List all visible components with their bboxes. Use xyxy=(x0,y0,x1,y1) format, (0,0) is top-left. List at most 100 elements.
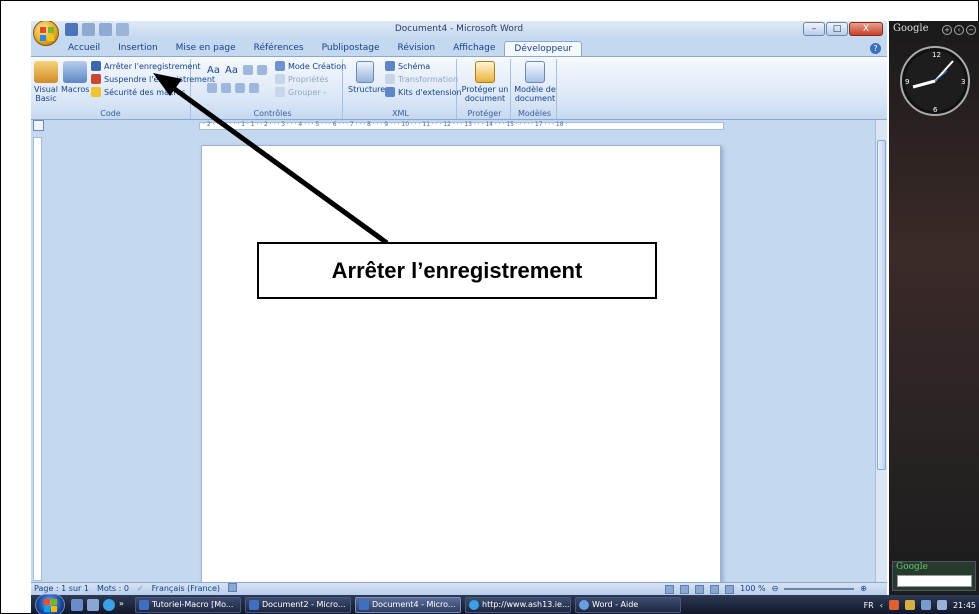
svg-text:6: 6 xyxy=(933,106,938,114)
task-word-help[interactable]: Word - Aide xyxy=(575,597,681,613)
schema-button[interactable]: Schéma xyxy=(385,61,430,73)
volume-icon[interactable] xyxy=(936,600,947,610)
zoom-out-icon[interactable]: ⊖ xyxy=(772,583,779,595)
language-indicator[interactable]: FR xyxy=(864,601,874,610)
sidebar-title[interactable]: Google xyxy=(893,23,929,34)
visual-basic-label-1: Visual xyxy=(34,85,58,94)
ribbon: Visual Basic Macros Arrêter l'enregistre… xyxy=(31,56,887,120)
tab-mise-en-page[interactable]: Mise en page xyxy=(167,41,245,57)
page-count[interactable]: Page : 1 sur 1 xyxy=(34,583,89,595)
document-page[interactable] xyxy=(201,145,721,595)
status-bar: Page : 1 sur 1 Mots : 0 ✓ Français (Fran… xyxy=(31,582,887,595)
zoom-in-icon[interactable]: ⊕ xyxy=(860,583,867,595)
tab-selector[interactable] xyxy=(33,120,44,131)
internet-explorer-icon[interactable] xyxy=(103,599,115,611)
google-gadget-label: Google xyxy=(896,562,928,572)
maximize-button[interactable]: □ xyxy=(826,22,848,36)
tab-publipostage[interactable]: Publipostage xyxy=(313,41,389,57)
expansion-packs-button[interactable]: Kits d'extension xyxy=(385,87,462,99)
word-doc-icon xyxy=(139,600,149,610)
outline-view-icon[interactable] xyxy=(710,584,720,594)
task-browser[interactable]: http://www.ash13.ie... xyxy=(465,597,571,613)
transformation-icon xyxy=(385,74,395,84)
show-desktop-icon[interactable] xyxy=(71,599,83,611)
design-mode-button[interactable]: Mode Création xyxy=(275,61,346,73)
task-document4[interactable]: Document4 - Micro... xyxy=(355,597,461,613)
google-search-gadget: Google xyxy=(892,561,976,591)
building-block-button[interactable] xyxy=(235,83,248,95)
macro-security-button[interactable]: Sécurité des macros xyxy=(91,87,186,99)
draft-view-icon[interactable] xyxy=(725,584,735,594)
transformation-label: Transformation xyxy=(398,75,459,84)
close-button[interactable]: X xyxy=(849,22,883,36)
properties-button[interactable]: Propriétés xyxy=(275,74,328,86)
quick-launch-chevron-icon[interactable]: » xyxy=(119,599,127,611)
sidebar-add-icon[interactable]: + xyxy=(942,25,952,35)
group-button[interactable]: Grouper - xyxy=(275,87,326,99)
help-icon[interactable]: ? xyxy=(870,43,881,54)
expansion-packs-label: Kits d'extension xyxy=(398,88,462,97)
task-document2[interactable]: Document2 - Micro... xyxy=(245,597,351,613)
web-layout-view-icon[interactable] xyxy=(695,584,705,594)
building-block-icon xyxy=(235,83,245,93)
tray-expand-icon[interactable]: ‹ xyxy=(880,601,883,610)
network-icon[interactable] xyxy=(920,600,931,610)
tray-app-icon[interactable] xyxy=(888,600,899,610)
clock-gadget-icon[interactable]: 12 3 6 9 xyxy=(899,45,971,117)
schema-icon xyxy=(385,61,395,71)
protect-document-button[interactable]: Protéger un document xyxy=(461,61,509,103)
structure-button[interactable]: Structure xyxy=(348,61,385,94)
tab-accueil[interactable]: Accueil xyxy=(59,41,109,57)
tray-security-icon[interactable] xyxy=(904,600,915,610)
lock-icon xyxy=(475,61,495,83)
dropdown-control-button[interactable] xyxy=(207,83,220,95)
properties-label: Propriétés xyxy=(288,75,329,84)
zoom-level[interactable]: 100 % xyxy=(740,583,765,595)
sidebar-buttons: + ‹ − xyxy=(942,25,976,35)
tab-developpeur[interactable]: Développeur xyxy=(504,41,583,57)
svg-text:3: 3 xyxy=(961,78,965,86)
macros-button[interactable]: Macros xyxy=(61,61,89,94)
visual-basic-button[interactable]: Visual Basic xyxy=(33,61,59,103)
legacy-tools-button[interactable] xyxy=(249,83,262,95)
scrollbar-thumb[interactable] xyxy=(877,140,886,470)
print-layout-view-icon[interactable] xyxy=(665,584,675,594)
tab-references[interactable]: Références xyxy=(245,41,313,57)
office-button[interactable] xyxy=(33,21,59,46)
combo-control-button[interactable] xyxy=(257,65,270,77)
spellcheck-icon[interactable]: ✓ xyxy=(137,583,144,595)
protect-label-1: Protéger un xyxy=(461,85,509,94)
google-search-input[interactable] xyxy=(897,575,972,587)
document-template-button[interactable]: Modèle de document xyxy=(514,61,556,103)
tab-affichage[interactable]: Affichage xyxy=(444,41,504,57)
rich-text-control-button[interactable]: Aa xyxy=(207,65,220,77)
group-code-label: Code xyxy=(100,109,121,118)
dropdown-control-icon xyxy=(207,83,217,93)
task-tutoriel-macro[interactable]: Tutoriel-Macro [Mo... xyxy=(135,597,241,613)
switch-windows-icon[interactable] xyxy=(87,599,99,611)
clock-time[interactable]: 21:45 xyxy=(953,601,976,610)
stop-recording-button[interactable]: Arrêter l'enregistrement xyxy=(91,61,201,73)
full-screen-view-icon[interactable] xyxy=(680,584,690,594)
macro-record-icon[interactable] xyxy=(228,583,237,592)
sidebar-prev-icon[interactable]: ‹ xyxy=(954,25,964,35)
vertical-scrollbar[interactable] xyxy=(875,120,887,582)
language-status[interactable]: Français (France) xyxy=(152,583,220,595)
minimize-button[interactable]: – xyxy=(803,22,825,36)
tab-insertion[interactable]: Insertion xyxy=(109,41,167,57)
tab-revision[interactable]: Révision xyxy=(389,41,445,57)
zoom-slider[interactable] xyxy=(784,588,855,590)
pause-recording-button[interactable]: Suspendre l'enregistrement xyxy=(91,74,215,86)
picture-control-button[interactable] xyxy=(243,65,256,77)
start-button[interactable] xyxy=(35,594,65,614)
window-title: Document4 - Microsoft Word xyxy=(394,24,524,34)
transformation-button[interactable]: Transformation xyxy=(385,74,458,86)
design-mode-label: Mode Création xyxy=(288,62,347,71)
word-count[interactable]: Mots : 0 xyxy=(97,583,129,595)
text-control-button[interactable]: Aa xyxy=(225,65,238,77)
date-control-button[interactable] xyxy=(221,83,234,95)
vertical-ruler[interactable] xyxy=(33,137,42,581)
sidebar-minus-icon[interactable]: − xyxy=(966,25,976,35)
pause-recording-label: Suspendre l'enregistrement xyxy=(104,75,216,84)
template-label-1: Modèle de xyxy=(514,85,556,94)
